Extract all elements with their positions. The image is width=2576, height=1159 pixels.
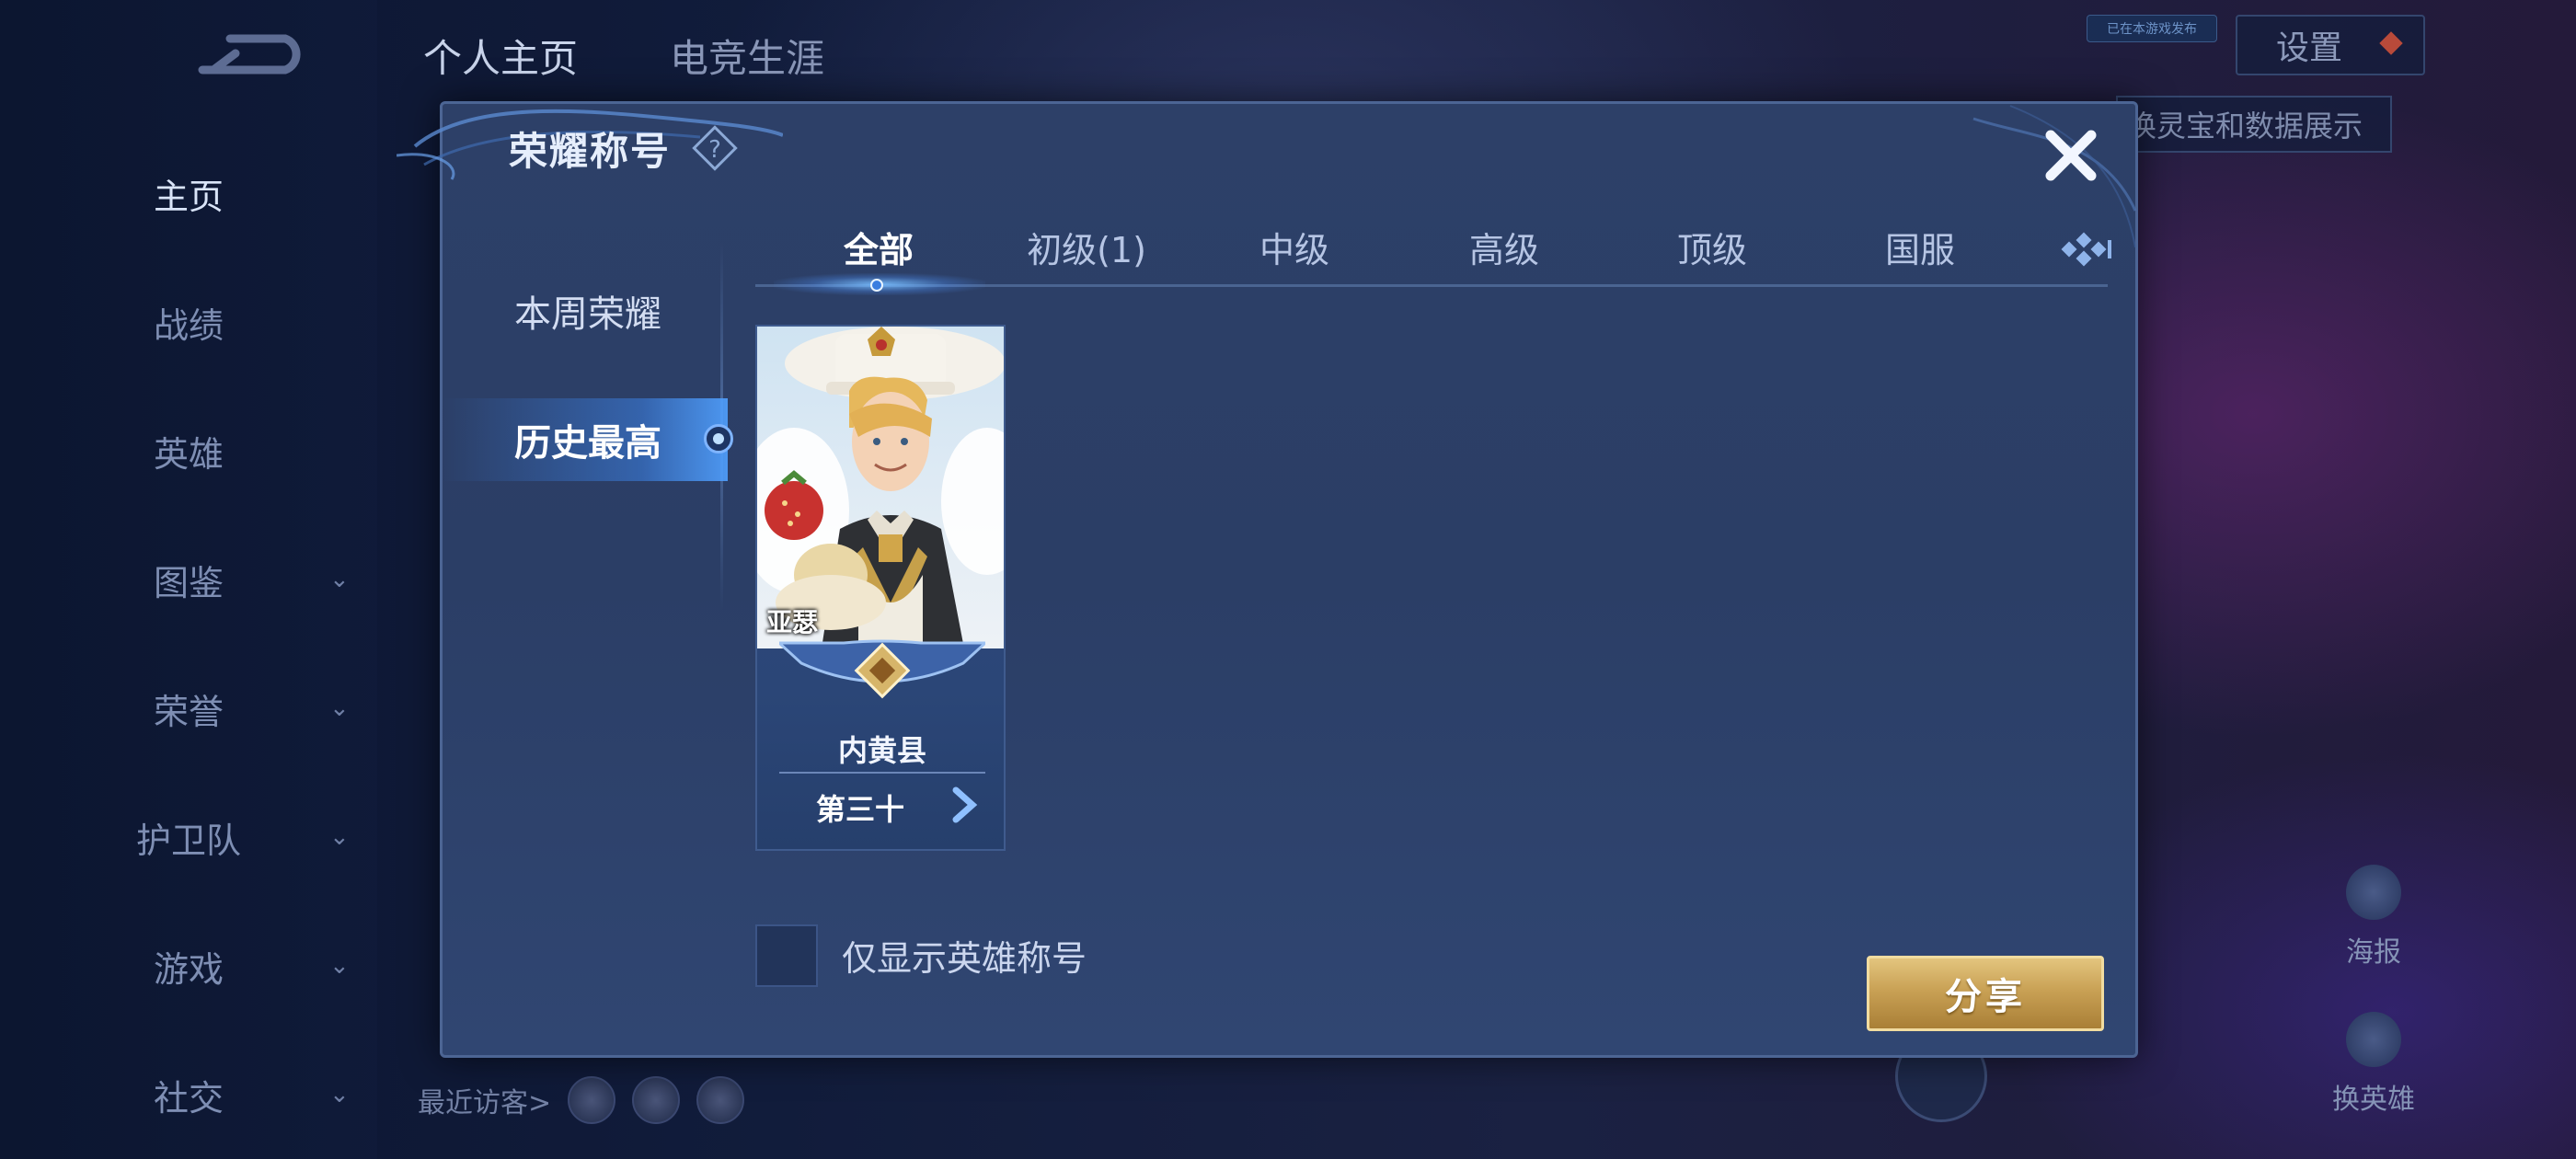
swap-hero-icon: [2346, 1012, 2401, 1067]
rank-text: 第三十: [816, 792, 905, 827]
close-icon[interactable]: [2038, 122, 2104, 189]
share-button[interactable]: 分享: [1867, 956, 2104, 1031]
nav-item-heroes[interactable]: 英雄: [0, 414, 377, 488]
status-badge: 已在本游戏发布: [2087, 15, 2217, 42]
nav-item-home[interactable]: 主页: [0, 156, 377, 230]
honor-emblem-icon: [779, 639, 985, 699]
background-header-tabs: 个人主页 电竞生涯: [423, 28, 824, 84]
avatar[interactable]: [568, 1076, 616, 1124]
chevron-down-icon: ⌄: [329, 694, 350, 722]
back-arrow-icon[interactable]: [193, 33, 304, 88]
help-icon[interactable]: ?: [689, 122, 741, 174]
recent-visitors[interactable]: 最近访客>: [418, 1076, 745, 1124]
poster-button[interactable]: 海报: [2318, 865, 2429, 970]
active-indicator-icon: [704, 424, 733, 453]
tab-advanced[interactable]: 高级: [1421, 214, 1587, 279]
svg-text:?: ?: [708, 136, 721, 164]
honor-title-card[interactable]: 亚瑟 内黄县 第三十: [755, 325, 1006, 851]
settings-button[interactable]: 设置: [2236, 15, 2425, 75]
chevron-down-icon: ⌄: [329, 1081, 350, 1108]
chevron-down-icon: ⌄: [329, 566, 350, 593]
hero-title-only-checkbox[interactable]: [755, 924, 818, 987]
avatar[interactable]: [696, 1076, 745, 1124]
nav-item-guard[interactable]: 护卫队 ⌄: [0, 800, 377, 874]
nav-item-social[interactable]: 社交 ⌄: [0, 1058, 377, 1131]
tab-beginner[interactable]: 初级(1): [1004, 214, 1169, 279]
background-side-nav: 主页 战绩 英雄 图鉴 ⌄ 荣誉 ⌄ 护卫队 ⌄ 游戏 ⌄ 社交 ⌄: [0, 0, 377, 1159]
tab-personal-home[interactable]: 个人主页: [423, 28, 578, 84]
region-name: 内黄县: [837, 733, 926, 768]
menu-item-history-best[interactable]: 历史最高: [443, 398, 728, 481]
lingbao-data-display-button[interactable]: 换灵宝和数据展示: [2116, 96, 2392, 153]
notification-dot-icon: [2379, 31, 2403, 55]
honor-title-modal: 荣耀称号 ? 本周荣耀 历史最高 全部 初级(1) 中级 高级 顶级 国服 亚瑟…: [397, 101, 2138, 1058]
nav-item-record[interactable]: 战绩: [0, 285, 377, 359]
tab-all[interactable]: 全部: [796, 214, 961, 279]
nav-item-games[interactable]: 游戏 ⌄: [0, 929, 377, 1003]
menu-item-weekly-honor[interactable]: 本周荣耀: [443, 270, 728, 352]
checkbox-label: 仅显示英雄称号: [842, 938, 1087, 979]
tab-national[interactable]: 国服: [1837, 214, 2003, 279]
avatar[interactable]: [632, 1076, 681, 1124]
card-divider: [779, 772, 985, 774]
tab-intermediate[interactable]: 中级: [1212, 214, 1377, 279]
modal-title: 荣耀称号: [509, 129, 672, 174]
more-tabs-icon[interactable]: [2058, 227, 2113, 273]
nav-item-honor[interactable]: 荣誉 ⌄: [0, 671, 377, 745]
tab-esports-career[interactable]: 电竞生涯: [670, 28, 824, 84]
active-tab-dot-icon: [870, 279, 883, 292]
hero-portrait-image: [757, 327, 1004, 648]
chevron-right-icon[interactable]: [947, 785, 983, 825]
tab-top[interactable]: 顶级: [1629, 214, 1795, 279]
game-profile-screen: 主页 战绩 英雄 图鉴 ⌄ 荣誉 ⌄ 护卫队 ⌄ 游戏 ⌄ 社交 ⌄ 个人主页 电竞生涯 …: [0, 0, 2576, 1159]
chevron-down-icon: ⌄: [329, 952, 350, 980]
swap-hero-button[interactable]: 换英雄: [2318, 1012, 2429, 1117]
chevron-down-icon: ⌄: [329, 823, 350, 851]
nav-item-collection[interactable]: 图鉴 ⌄: [0, 543, 377, 616]
hero-name: 亚瑟: [766, 607, 819, 637]
poster-icon: [2346, 865, 2401, 920]
